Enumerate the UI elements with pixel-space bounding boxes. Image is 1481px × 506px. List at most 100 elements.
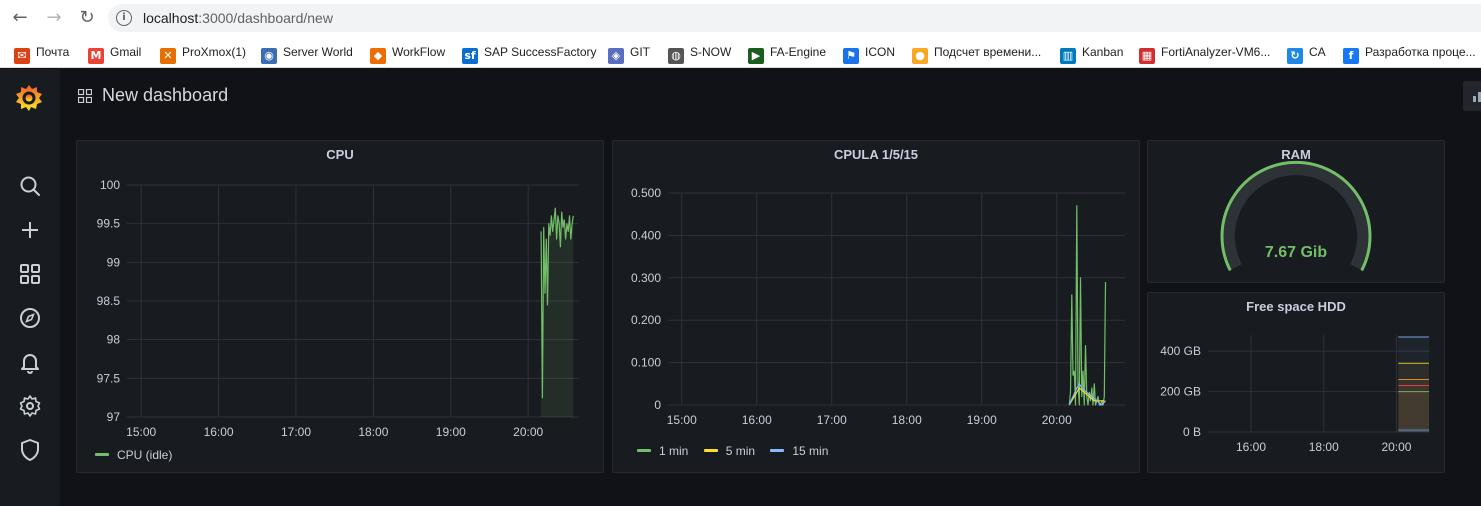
x-tick-label: 18:00 (358, 425, 388, 439)
reload-icon[interactable]: ↻ (75, 6, 99, 30)
bookmark-label: S-NOW (690, 45, 732, 59)
y-tick-label: 0.300 (631, 271, 661, 285)
bell-alerting-icon[interactable] (18, 350, 42, 374)
cpula-panel[interactable]: CPULA 1/5/15 0.500 0.400 0.300 0.200 0.100 0 1… (612, 140, 1140, 473)
url-path: :3000/dashboard/new (198, 10, 333, 26)
legend-item-5min[interactable]: 5 min (703, 444, 756, 458)
trello-icon: ▥ (1060, 48, 1076, 64)
search-icon[interactable] (18, 174, 42, 198)
legend-item-1min[interactable]: 1 min (637, 444, 688, 458)
bookmark-item[interactable]: ◈ GIT (608, 42, 650, 64)
x-tick-label: 17:00 (817, 413, 847, 427)
x-tick-label: 17:00 (281, 425, 311, 439)
y-tick-label: 99.5 (97, 217, 121, 231)
back-arrow-icon[interactable]: ← (8, 6, 32, 30)
forward-arrow-icon[interactable]: → (42, 6, 66, 30)
gmail-icon: M (88, 48, 104, 64)
legend-swatch (703, 449, 718, 452)
dashboards-grid-icon[interactable] (18, 262, 42, 286)
add-panel-button[interactable] (1463, 81, 1481, 111)
dashboard-nav-bar: New dashboard (60, 69, 1481, 125)
legend-label: 5 min (725, 444, 756, 458)
y-tick-label: 98 (107, 333, 121, 347)
bookmark-label: ICON (865, 45, 895, 59)
bookmarks-bar: ✉ Почта M Gmail ✕ ProXmox(1) ◉ Server World ◆ Wor… (0, 36, 1481, 68)
bookmark-label: Разработка проце... (1365, 45, 1476, 59)
x-tick-label: 18:00 (892, 413, 922, 427)
bookmark-label: Server World (283, 45, 353, 59)
y-tick-label: 99 (107, 255, 121, 269)
bookmark-item[interactable]: M Gmail (88, 42, 141, 64)
legend-label: 15 min (792, 444, 829, 458)
compass-explore-icon[interactable] (18, 306, 42, 330)
info-icon[interactable]: i (116, 10, 132, 26)
dashboard-grid-icon (78, 89, 92, 103)
legend-swatch (637, 449, 651, 452)
ram-gauge: 7.67 Gib (1220, 160, 1372, 272)
y-tick-label: 0 B (1183, 425, 1201, 439)
plus-icon[interactable] (18, 218, 42, 242)
hdd-panel[interactable]: Free space HDD 400 GB 200 GB 0 B 16:00 18:00… (1147, 292, 1445, 473)
url-text: localhost:3000/dashboard/new (143, 10, 333, 26)
y-tick-label: 98.5 (97, 294, 121, 308)
bookmark-item[interactable]: ✉ Почта (14, 42, 69, 64)
refresh-icon: ↻ (1287, 48, 1303, 64)
x-tick-label: 16:00 (204, 425, 234, 439)
legend-label: CPU (idle) (117, 448, 173, 462)
y-tick-label: 200 GB (1160, 385, 1201, 399)
bookmark-label: WorkFlow (392, 45, 446, 59)
fortinet-icon: ▦ (1139, 48, 1155, 64)
bookmark-label: ProXmox(1) (182, 45, 247, 59)
y-tick-label: 0.100 (631, 356, 661, 370)
bookmark-item[interactable]: ↻ CA (1287, 42, 1326, 64)
sap-icon: sf (462, 48, 478, 64)
bookmark-item[interactable]: ● Подсчет времени... (912, 42, 1042, 64)
bookmark-item[interactable]: ✕ ProXmox(1) (160, 42, 247, 64)
x-tick-label: 20:00 (1042, 413, 1072, 427)
bookmark-item[interactable]: ◉ Server World (261, 42, 353, 64)
mail-icon: ✉ (14, 48, 30, 64)
browser-address-bar-row: ← → ↻ i localhost:3000/dashboard/new (0, 0, 1481, 36)
circle-icon: ● (912, 48, 928, 64)
cpu-panel[interactable]: CPU 100 99.5 99 98.5 98 97.5 97 15:00 16:00 17:00… (76, 140, 604, 473)
url-host: localhost (143, 10, 199, 26)
gear-icon[interactable] (18, 394, 42, 418)
bookmark-item[interactable]: ▶ FA-Engine (748, 42, 826, 64)
flag-icon: ⚑ (843, 48, 859, 64)
y-tick-label: 400 GB (1160, 344, 1201, 358)
dashboard-title[interactable]: New dashboard (102, 85, 228, 106)
legend-swatch (95, 453, 109, 456)
bookmark-item[interactable]: ▦ FortiAnalyzer-VM6... (1139, 42, 1271, 64)
cpula-legend: 1 min 5 min 15 min (637, 444, 840, 458)
bookmark-item[interactable]: ◍ S-NOW (668, 42, 732, 64)
fa-engine-icon: ▶ (748, 48, 764, 64)
dashboard-main: New dashboard CPU 100 99.5 99 98.5 98 97.5 97 1… (60, 69, 1481, 506)
x-tick-label: 15:00 (667, 413, 697, 427)
legend-item-15min[interactable]: 15 min (770, 444, 828, 458)
workflow-icon: ◆ (370, 48, 386, 64)
bar-chart-icon (1473, 92, 1481, 102)
shield-icon[interactable] (18, 438, 42, 462)
bookmark-item[interactable]: sf SAP SuccessFactory (462, 42, 597, 64)
y-tick-label: 0.500 (631, 186, 661, 200)
cpula-chart: 0.500 0.400 0.300 0.200 0.100 0 15:00 16:00 17:0… (631, 186, 1125, 427)
bookmark-label: Подсчет времени... (934, 45, 1042, 59)
bookmark-label: FortiAnalyzer-VM6... (1161, 45, 1271, 59)
y-tick-label: 97.5 (97, 371, 121, 385)
y-tick-label: 0.400 (631, 228, 661, 242)
bookmark-item[interactable]: f Разработка проце... (1343, 42, 1476, 64)
hdd-chart: 400 GB 200 GB 0 B 16:00 18:00 20:00 (1160, 335, 1430, 454)
bookmark-item[interactable]: ▥ Kanban (1060, 42, 1123, 64)
gauge-value: 7.67 Gib (1265, 244, 1327, 261)
url-field[interactable]: i localhost:3000/dashboard/new (108, 4, 1481, 32)
grafana-logo-icon[interactable] (13, 82, 45, 114)
bookmark-item[interactable]: ◆ WorkFlow (370, 42, 446, 64)
x-tick-label: 16:00 (1236, 440, 1266, 454)
cpu-legend: CPU (idle) (95, 448, 184, 462)
x-tick-label: 19:00 (967, 413, 997, 427)
ram-panel[interactable]: RAM 7.67 Gib (1147, 140, 1445, 283)
bookmark-item[interactable]: ⚑ ICON (843, 42, 895, 64)
grafana-side-menu (0, 69, 60, 506)
legend-item-cpu-idle[interactable]: CPU (idle) (95, 448, 172, 462)
x-tick-label: 15:00 (126, 425, 156, 439)
